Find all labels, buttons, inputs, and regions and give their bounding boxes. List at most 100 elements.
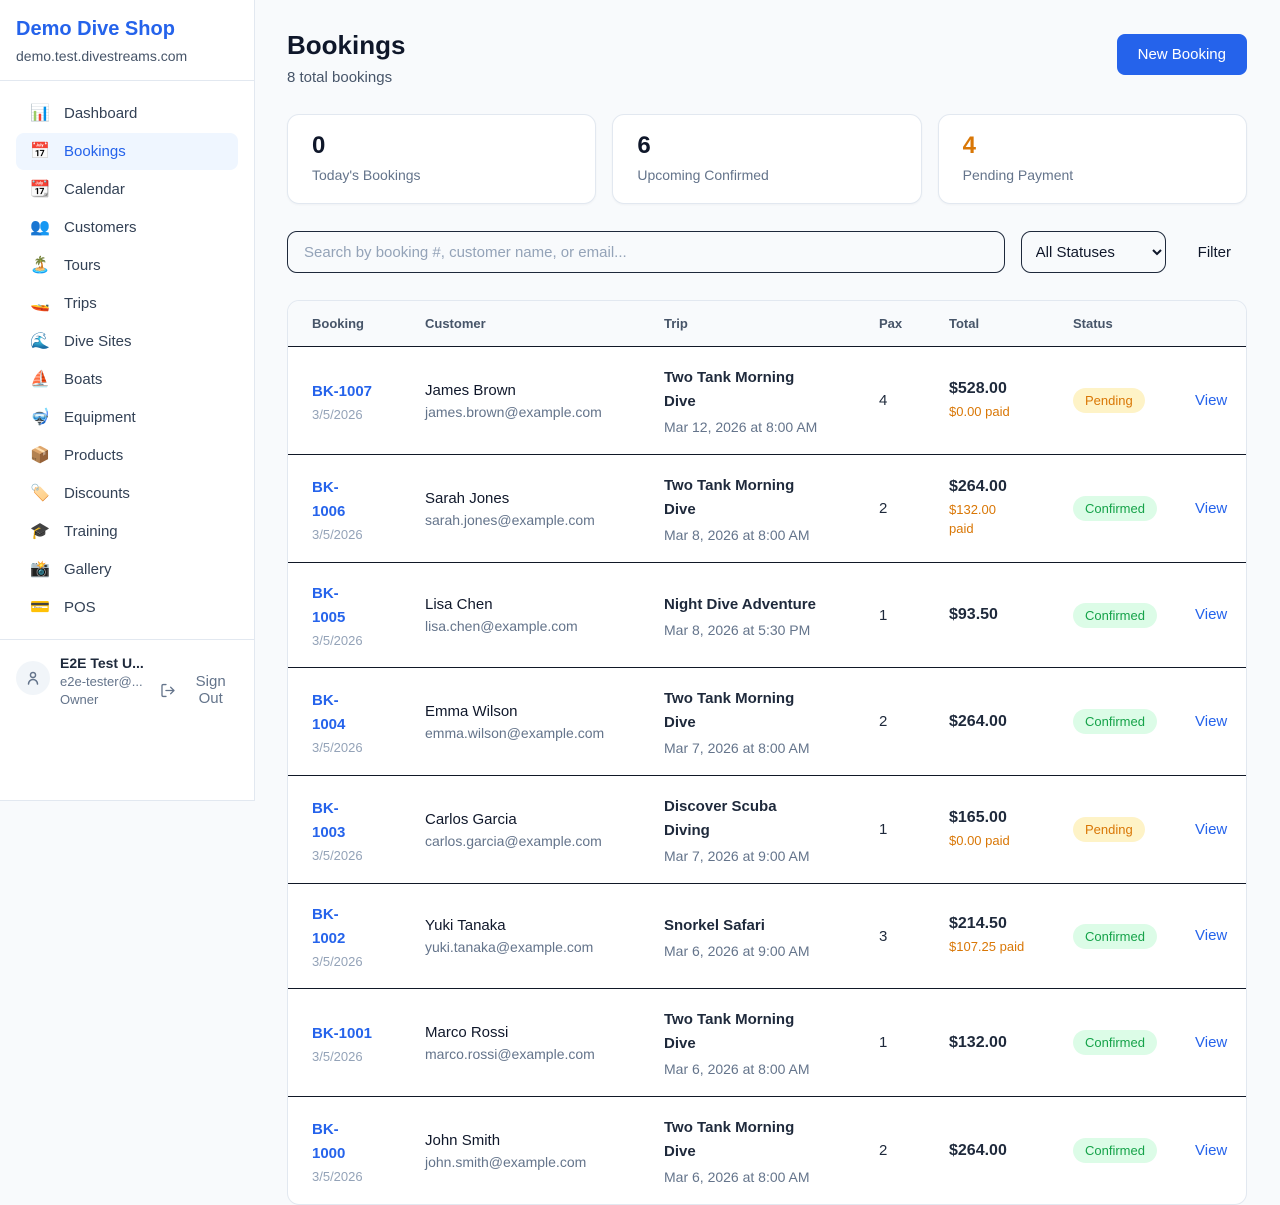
sidebar-item-dashboard[interactable]: 📊 Dashboard bbox=[16, 95, 238, 132]
stat-label: Upcoming Confirmed bbox=[637, 167, 896, 183]
sidebar-item-discounts[interactable]: 🏷️ Discounts bbox=[16, 475, 238, 512]
stat-value: 4 bbox=[963, 132, 1222, 160]
trip-name: Night Dive Adventure bbox=[664, 593, 879, 617]
customer-email: carlos.garcia@example.com bbox=[425, 833, 664, 849]
trip-datetime: Mar 6, 2026 at 8:00 AM bbox=[664, 1061, 879, 1077]
column-header-actions bbox=[1195, 301, 1222, 346]
trip-datetime: Mar 7, 2026 at 9:00 AM bbox=[664, 848, 879, 864]
sidebar-item-customers[interactable]: 👥 Customers bbox=[16, 209, 238, 246]
customer-name: Marco Rossi bbox=[425, 1024, 664, 1041]
nav-item-label: Trips bbox=[64, 295, 97, 312]
status-badge: Pending bbox=[1073, 817, 1145, 842]
view-link[interactable]: View bbox=[1195, 606, 1227, 623]
sidebar: Demo Dive Shop demo.test.divestreams.com… bbox=[0, 0, 255, 801]
nav-item-icon: 📆 bbox=[30, 182, 50, 198]
nav-item-label: Dashboard bbox=[64, 105, 137, 122]
sidebar-item-dive-sites[interactable]: 🌊 Dive Sites bbox=[16, 323, 238, 360]
table-header-row: Booking Customer Trip Pax Total Status bbox=[288, 301, 1246, 347]
nav-item-label: Bookings bbox=[64, 143, 126, 160]
sidebar-item-training[interactable]: 🎓 Training bbox=[16, 513, 238, 550]
status-badge: Confirmed bbox=[1073, 1030, 1157, 1055]
table-row: BK-1007 3/5/2026 James Brown james.brown… bbox=[288, 347, 1246, 455]
total-amount: $264.00 bbox=[949, 713, 1073, 731]
total-amount: $264.00 bbox=[949, 1142, 1073, 1160]
sidebar-item-bookings[interactable]: 📅 Bookings bbox=[16, 133, 238, 170]
table-row: BK- 1006 3/5/2026 Sarah Jones sarah.jone… bbox=[288, 455, 1246, 563]
booking-number-link[interactable]: BK- 1003 bbox=[312, 797, 345, 845]
customer-name: Lisa Chen bbox=[425, 596, 664, 613]
view-link[interactable]: View bbox=[1195, 1142, 1227, 1159]
nav-item-label: Equipment bbox=[64, 409, 136, 426]
sidebar-nav: 📊 Dashboard 📅 Bookings 📆 Calendar 👥 Cust… bbox=[0, 81, 254, 633]
customer-email: marco.rossi@example.com bbox=[425, 1046, 664, 1062]
brand-name[interactable]: Demo Dive Shop bbox=[16, 18, 238, 41]
sidebar-item-calendar[interactable]: 📆 Calendar bbox=[16, 171, 238, 208]
brand-block: Demo Dive Shop demo.test.divestreams.com bbox=[0, 0, 254, 81]
trip-name: Two Tank Morning Dive bbox=[664, 1008, 879, 1056]
nav-item-label: Calendar bbox=[64, 181, 125, 198]
filter-button[interactable]: Filter bbox=[1182, 244, 1247, 261]
nav-item-label: Boats bbox=[64, 371, 102, 388]
sidebar-item-trips[interactable]: 🚤 Trips bbox=[16, 285, 238, 322]
nav-item-icon: ⛵ bbox=[30, 372, 50, 388]
customer-email: sarah.jones@example.com bbox=[425, 512, 664, 528]
booking-date: 3/5/2026 bbox=[312, 848, 425, 863]
booking-number-link[interactable]: BK- 1004 bbox=[312, 689, 345, 737]
nav-item-icon: 🏷️ bbox=[30, 486, 50, 502]
user-info: E2E Test U... e2e-tester@... Owner bbox=[60, 655, 150, 707]
view-link[interactable]: View bbox=[1195, 821, 1227, 838]
stat-label: Today's Bookings bbox=[312, 167, 571, 183]
booking-number-link[interactable]: BK- 1002 bbox=[312, 903, 345, 951]
booking-number-link[interactable]: BK-1001 bbox=[312, 1022, 372, 1046]
nav-item-label: Gallery bbox=[64, 561, 112, 578]
column-header-booking: Booking bbox=[312, 301, 425, 346]
table-row: BK- 1003 3/5/2026 Carlos Garcia carlos.g… bbox=[288, 776, 1246, 884]
table-row: BK- 1004 3/5/2026 Emma Wilson emma.wilso… bbox=[288, 668, 1246, 776]
nav-item-icon: 📦 bbox=[30, 448, 50, 464]
trip-name: Discover Scuba Diving bbox=[664, 795, 879, 843]
booking-number-link[interactable]: BK- 1006 bbox=[312, 476, 345, 524]
sidebar-item-gallery[interactable]: 📸 Gallery bbox=[16, 551, 238, 588]
search-input[interactable] bbox=[287, 231, 1005, 273]
pax-count: 1 bbox=[879, 607, 949, 624]
new-booking-button[interactable]: New Booking bbox=[1117, 34, 1247, 75]
customer-name: Sarah Jones bbox=[425, 490, 664, 507]
nav-item-label: Customers bbox=[64, 219, 137, 236]
stat-value: 6 bbox=[637, 132, 896, 160]
sign-out-button[interactable]: Sign Out bbox=[160, 673, 238, 707]
trip-name: Snorkel Safari bbox=[664, 914, 879, 938]
pax-count: 4 bbox=[879, 392, 949, 409]
view-link[interactable]: View bbox=[1195, 392, 1227, 409]
person-icon bbox=[24, 669, 42, 687]
logout-icon bbox=[160, 682, 176, 699]
sidebar-item-pos[interactable]: 💳 POS bbox=[16, 589, 238, 626]
view-link[interactable]: View bbox=[1195, 500, 1227, 517]
sidebar-item-equipment[interactable]: 🤿 Equipment bbox=[16, 399, 238, 436]
status-badge: Confirmed bbox=[1073, 603, 1157, 628]
total-amount: $264.00 bbox=[949, 478, 1073, 496]
booking-number-link[interactable]: BK- 1000 bbox=[312, 1118, 345, 1166]
trip-datetime: Mar 6, 2026 at 9:00 AM bbox=[664, 943, 879, 959]
customer-name: John Smith bbox=[425, 1132, 664, 1149]
sidebar-item-products[interactable]: 📦 Products bbox=[16, 437, 238, 474]
view-link[interactable]: View bbox=[1195, 1034, 1227, 1051]
sidebar-item-boats[interactable]: ⛵ Boats bbox=[16, 361, 238, 398]
table-row: BK-1001 3/5/2026 Marco Rossi marco.rossi… bbox=[288, 989, 1246, 1097]
page-subtitle: 8 total bookings bbox=[287, 69, 405, 86]
sidebar-item-tours[interactable]: 🏝️ Tours bbox=[16, 247, 238, 284]
status-select[interactable]: All Statuses bbox=[1021, 231, 1166, 273]
nav-item-icon: 🌊 bbox=[30, 334, 50, 350]
nav-item-icon: 🚤 bbox=[30, 296, 50, 312]
booking-number-link[interactable]: BK-1007 bbox=[312, 380, 372, 404]
booking-number-link[interactable]: BK- 1005 bbox=[312, 582, 345, 630]
trip-name: Two Tank Morning Dive bbox=[664, 687, 879, 735]
trip-datetime: Mar 6, 2026 at 8:00 AM bbox=[664, 1169, 879, 1185]
view-link[interactable]: View bbox=[1195, 713, 1227, 730]
status-badge: Confirmed bbox=[1073, 709, 1157, 734]
trip-datetime: Mar 12, 2026 at 8:00 AM bbox=[664, 419, 879, 435]
booking-date: 3/5/2026 bbox=[312, 407, 425, 422]
table-body: BK-1007 3/5/2026 James Brown james.brown… bbox=[288, 347, 1246, 1204]
booking-date: 3/5/2026 bbox=[312, 1049, 425, 1064]
stat-label: Pending Payment bbox=[963, 167, 1222, 183]
view-link[interactable]: View bbox=[1195, 927, 1227, 944]
